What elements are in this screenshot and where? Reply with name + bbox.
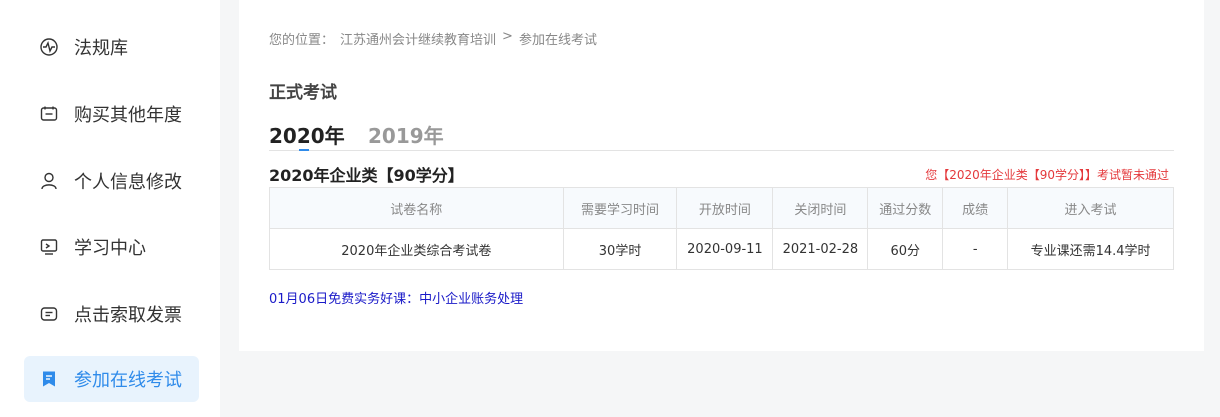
column-header: 关闭时间 — [772, 187, 869, 229]
sidebar-item-buy-other-years[interactable]: 购买其他年度 — [24, 91, 199, 137]
year-tabs: 2020年 2019年 — [269, 120, 1174, 151]
exam-status-note: 您【2020年企业类【90学分】】考试暂未通过 — [925, 168, 1169, 182]
sidebar-item-label: 参加在线考试 — [74, 370, 182, 391]
main-content: 您的位置： 江苏通州会计继续教育培训 > 参加在线考试 正式考试 2020年 2… — [239, 0, 1204, 351]
sidebar-item-label: 个人信息修改 — [74, 172, 182, 193]
active-tab-indicator — [299, 149, 309, 151]
message-icon — [38, 303, 60, 325]
column-header: 需要学习时间 — [562, 187, 678, 229]
breadcrumb: 您的位置： 江苏通州会计继续教育培训 > 参加在线考试 — [269, 29, 597, 48]
score: - — [942, 228, 1009, 270]
pulse-icon — [38, 36, 60, 58]
breadcrumb-current: 参加在线考试 — [518, 33, 597, 48]
tab-2019[interactable]: 2019年 — [368, 120, 444, 149]
page-title: 正式考试 — [269, 83, 337, 103]
sidebar-item-label: 法规库 — [74, 38, 128, 59]
sidebar-item-profile-edit[interactable]: 个人信息修改 — [24, 158, 199, 204]
open-date: 2020-09-11 — [676, 228, 774, 270]
exam-paper-name: 2020年企业类综合考试卷 — [269, 228, 564, 270]
exam-icon — [38, 368, 60, 390]
sidebar-item-learning-center[interactable]: 学习中心 — [24, 224, 199, 270]
sidebar-item-request-invoice[interactable]: 点击索取发票 — [24, 291, 199, 337]
column-header: 进入考试 — [1007, 187, 1174, 229]
tab-2020[interactable]: 2020年 — [269, 120, 345, 149]
breadcrumb-link[interactable]: 江苏通州会计继续教育培训 — [340, 29, 496, 48]
sidebar-item-label: 点击索取发票 — [74, 305, 182, 326]
enter-exam-status: 专业课还需14.4学时 — [1007, 228, 1174, 270]
user-icon — [38, 170, 60, 192]
breadcrumb-separator: > — [502, 29, 513, 44]
sidebar-item-label: 学习中心 — [74, 238, 146, 259]
table-row: 2020年企业类综合考试卷 30学时 2020-09-11 2021-02-28… — [269, 228, 1174, 270]
section-title: 2020年企业类【90学分】 — [269, 166, 464, 185]
column-header: 通过分数 — [867, 187, 944, 229]
exam-table: 试卷名称 需要学习时间 开放时间 关闭时间 通过分数 成绩 进入考试 2020年… — [269, 187, 1174, 270]
column-header: 开放时间 — [676, 187, 774, 229]
sidebar-item-online-exam[interactable]: 参加在线考试 — [24, 356, 199, 402]
required-study-time: 30学时 — [562, 228, 678, 270]
pass-score: 60分 — [867, 228, 944, 270]
sidebar: 法规库 购买其他年度 个人信息修改 学习中心 点击索取发票 参加在线考试 — [0, 0, 220, 417]
close-date: 2021-02-28 — [772, 228, 869, 270]
monitor-icon — [38, 236, 60, 258]
sidebar-item-label: 购买其他年度 — [74, 105, 182, 126]
calendar-icon — [38, 103, 60, 125]
table-header-row: 试卷名称 需要学习时间 开放时间 关闭时间 通过分数 成绩 进入考试 — [269, 187, 1174, 229]
sidebar-item-law-library[interactable]: 法规库 — [24, 24, 199, 70]
column-header: 成绩 — [942, 187, 1009, 229]
breadcrumb-prefix: 您的位置： — [269, 33, 335, 48]
promo-course-link[interactable]: 01月06日免费实务好课：中小企业账务处理 — [269, 288, 523, 307]
column-header: 试卷名称 — [269, 187, 564, 229]
